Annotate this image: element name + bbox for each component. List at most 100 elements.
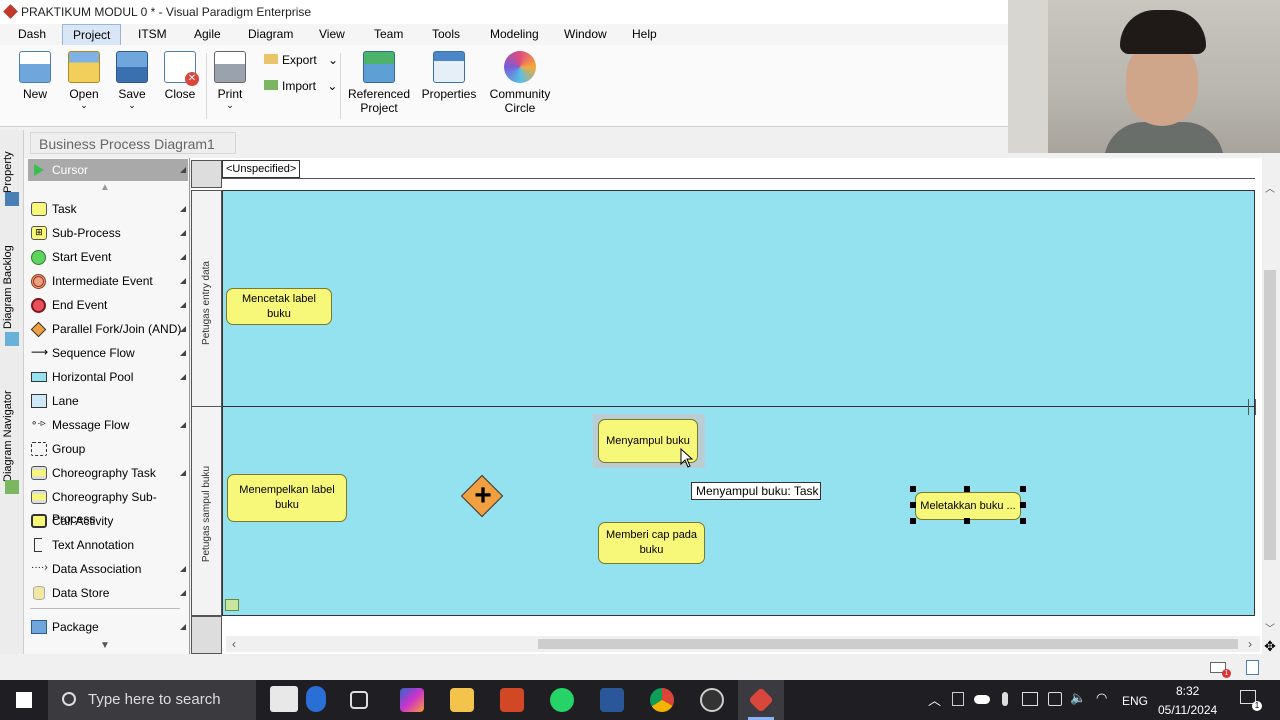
obs-icon[interactable] — [700, 688, 724, 712]
resize-handle[interactable] — [964, 486, 970, 492]
palette-data-association[interactable]: ····› Data Association — [28, 558, 188, 580]
expand-arrow-icon[interactable] — [180, 350, 186, 356]
scroll-up-icon[interactable]: ︿ — [1265, 180, 1275, 195]
close-button[interactable]: ✕ Close — [160, 51, 200, 101]
vertical-scroll-thumb[interactable] — [1264, 270, 1276, 560]
palette-intermediate-event[interactable]: Intermediate Event — [28, 270, 188, 292]
palette-sub-process[interactable]: ⊞ Sub-Process — [28, 222, 188, 244]
menu-diagram[interactable]: Diagram — [238, 24, 303, 45]
community-circle-button[interactable]: Community Circle — [488, 51, 552, 115]
palette-task[interactable]: Task — [28, 198, 188, 220]
lane-resize-handle[interactable] — [1248, 399, 1256, 415]
palette-scroll-down-icon[interactable]: ▼ — [100, 640, 110, 651]
task-meletakkan-buku[interactable]: Meletakkan buku ... — [915, 492, 1021, 520]
expand-arrow-icon[interactable] — [180, 624, 186, 630]
scroll-left-icon[interactable]: ‹ — [232, 637, 236, 651]
task-mencetak-label-buku[interactable]: Mencetak label buku — [226, 288, 332, 325]
menu-itsm[interactable]: ITSM — [128, 24, 177, 45]
palette-end-event[interactable]: End Event — [28, 294, 188, 316]
resize-handle[interactable] — [910, 486, 916, 492]
taskbar-search[interactable]: Type here to search — [48, 680, 256, 720]
word-icon[interactable] — [600, 688, 624, 712]
language-indicator[interactable]: ENG — [1122, 694, 1148, 708]
scroll-right-icon[interactable]: › — [1248, 637, 1252, 651]
vertical-scrollbar[interactable]: ︿ ﹀ — [1262, 180, 1278, 636]
expand-arrow-icon[interactable] — [180, 374, 186, 380]
print-dropdown-icon[interactable]: ⌄ — [210, 101, 250, 110]
palette-package[interactable]: Package — [28, 616, 188, 638]
cloud-icon[interactable] — [974, 695, 990, 704]
clock-date[interactable]: 05/11/2024 — [1158, 703, 1217, 717]
expand-arrow-icon[interactable] — [180, 470, 186, 476]
expand-arrow-icon[interactable] — [180, 302, 186, 308]
pan-move-icon[interactable]: ✥ — [1262, 638, 1278, 654]
resize-handle[interactable] — [910, 518, 916, 524]
battery-icon[interactable] — [1048, 692, 1062, 706]
property-tab-icon[interactable] — [5, 192, 19, 206]
bpmn-pool[interactable] — [222, 190, 1256, 616]
menu-tools[interactable]: Tools — [422, 24, 470, 45]
print-button[interactable]: Print ⌄ — [210, 51, 250, 110]
task-menempelkan-label-buku[interactable]: Menempelkan label buku — [227, 474, 347, 522]
save-button[interactable]: Save ⌄ — [112, 51, 152, 110]
tab-business-process-diagram[interactable]: Business Process Diagram1 — [30, 132, 236, 154]
horizontal-scrollbar[interactable]: ‹ › — [226, 636, 1260, 652]
export-button[interactable]: Export ⌄ — [264, 53, 338, 67]
menu-modeling[interactable]: Modeling — [480, 24, 549, 45]
resize-handle[interactable] — [1020, 518, 1026, 524]
expand-arrow-icon[interactable] — [180, 326, 186, 332]
palette-start-event[interactable]: Start Event — [28, 246, 188, 268]
expand-arrow-icon[interactable] — [180, 254, 186, 260]
volume-icon[interactable]: 🔈 — [1070, 690, 1086, 706]
import-dropdown-icon[interactable]: ⌄ — [327, 79, 337, 93]
task-view-icon[interactable] — [350, 691, 368, 709]
expand-arrow-icon[interactable] — [180, 230, 186, 236]
tab-diagram-backlog[interactable]: Diagram Backlog — [2, 232, 20, 342]
tab-diagram-navigator[interactable]: Diagram Navigator — [2, 376, 20, 496]
edit-note-icon[interactable] — [1246, 660, 1259, 675]
new-button[interactable]: New — [14, 51, 56, 101]
palette-choreography-sub-process[interactable]: Choreography Sub-Process — [28, 486, 188, 526]
expand-arrow-icon[interactable] — [180, 422, 186, 428]
wifi-icon[interactable]: ◠ — [1096, 690, 1107, 706]
palette-lane[interactable]: Lane — [28, 390, 188, 412]
referenced-project-button[interactable]: Referenced Project — [346, 51, 412, 115]
display-icon[interactable] — [1022, 692, 1038, 706]
menu-project[interactable]: Project — [62, 24, 122, 45]
palette-sequence-flow[interactable]: ⟶ Sequence Flow — [28, 342, 188, 364]
resize-handle[interactable] — [964, 518, 970, 524]
navigator-tab-icon[interactable] — [5, 480, 19, 494]
expand-arrow-icon[interactable] — [180, 566, 186, 572]
palette-group[interactable]: Group — [28, 438, 188, 460]
open-dropdown-icon[interactable]: ⌄ — [64, 101, 104, 110]
menu-view[interactable]: View — [309, 24, 355, 45]
open-button[interactable]: Open ⌄ — [64, 51, 104, 110]
scroll-down-icon[interactable]: ﹀ — [1265, 620, 1275, 635]
copilot-icon[interactable] — [400, 688, 424, 712]
menu-dash[interactable]: Dash — [8, 24, 56, 45]
expand-arrow-icon[interactable] — [180, 206, 186, 212]
palette-cursor[interactable]: Cursor — [28, 159, 188, 181]
resize-handle[interactable] — [1020, 502, 1026, 508]
expand-arrow-icon[interactable] — [180, 278, 186, 284]
menu-window[interactable]: Window — [554, 24, 617, 45]
tray-chevron-icon[interactable]: ︿ — [928, 690, 941, 709]
palette-parallel-gateway[interactable]: Parallel Fork/Join (AND) — [28, 318, 188, 340]
tray-device-icon[interactable] — [952, 692, 964, 706]
file-explorer-icon[interactable] — [450, 688, 474, 712]
powerpoint-icon[interactable] — [500, 688, 524, 712]
horizontal-scroll-thumb[interactable] — [538, 639, 1238, 649]
chrome-icon[interactable] — [650, 688, 674, 712]
pool-header[interactable]: Petugas entry data Petugas sampul buku — [191, 190, 222, 616]
windows-start-icon[interactable] — [16, 692, 32, 708]
backlog-tab-icon[interactable] — [5, 332, 19, 346]
import-button[interactable]: Import ⌄ — [264, 79, 337, 93]
palette-horizontal-pool[interactable]: Horizontal Pool — [28, 366, 188, 388]
expand-arrow-icon[interactable] — [180, 590, 186, 596]
menu-agile[interactable]: Agile — [184, 24, 231, 45]
palette-call-activity[interactable]: Call Activity — [28, 510, 188, 532]
palette-data-store[interactable]: Data Store — [28, 582, 188, 604]
clock-time[interactable]: 8:32 — [1176, 684, 1199, 698]
expand-arrow-icon[interactable] — [180, 167, 186, 173]
menu-team[interactable]: Team — [364, 24, 413, 45]
